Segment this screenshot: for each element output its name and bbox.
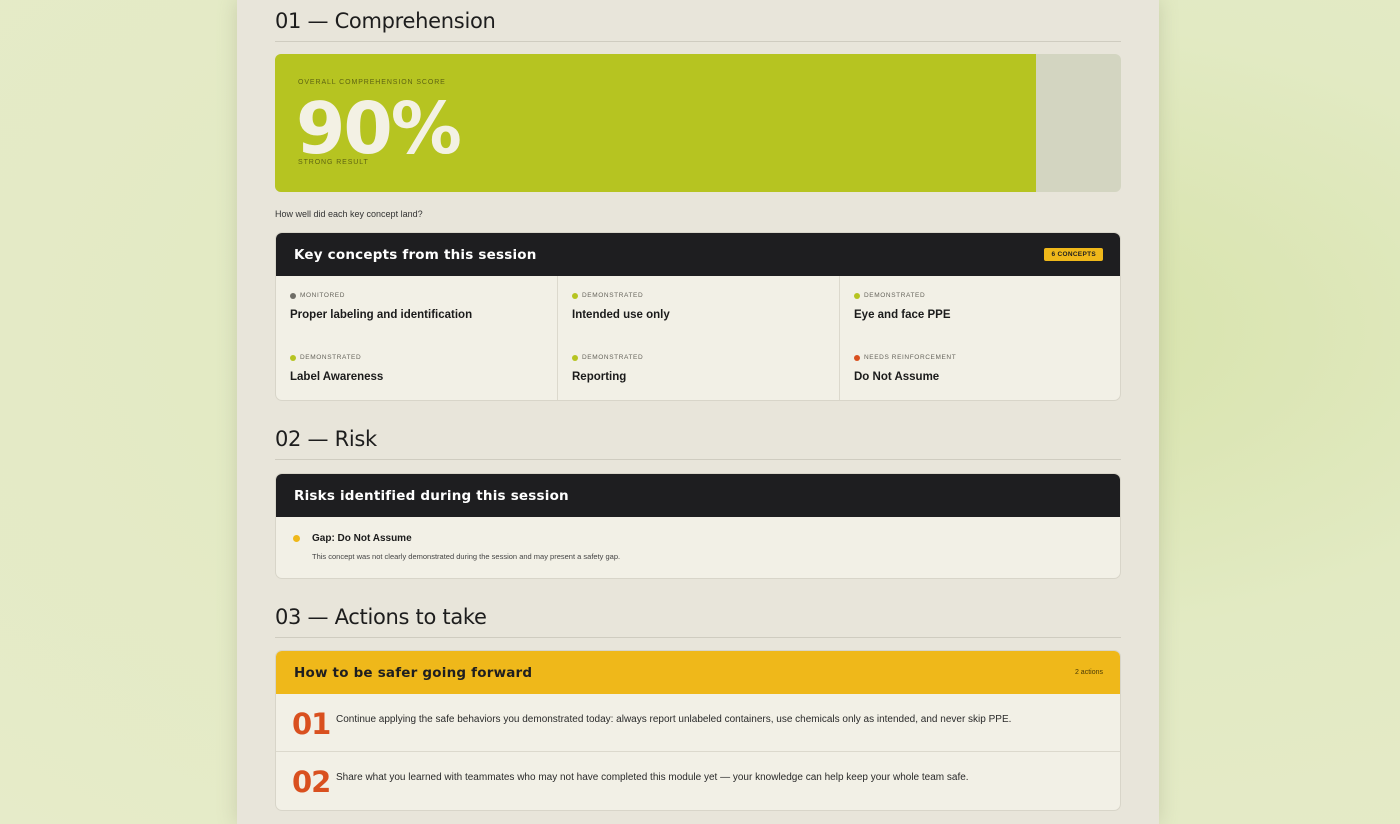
concepts-card-title: Key concepts from this session [294, 247, 537, 263]
risks-card-header: Risks identified during this session [276, 474, 1120, 517]
concept-status-label: Monitored [300, 292, 346, 299]
action-item: 01 Continue applying the safe behaviors … [276, 694, 1120, 752]
concept-cell: Demonstrated Label Awareness [276, 338, 558, 400]
concept-status: Monitored [290, 292, 345, 299]
action-item: 02 Share what you learned with teammates… [276, 752, 1120, 810]
concept-status-label: Demonstrated [300, 354, 362, 361]
report-sheet: 01 — Comprehension Overall comprehension… [237, 0, 1159, 824]
action-number: 01 [292, 707, 331, 741]
actions-card: How to be safer going forward 2 actions … [275, 650, 1121, 811]
score-panel: Overall comprehension score 90% Strong r… [275, 54, 1121, 192]
concept-cell: Monitored Proper labeling and identificat… [276, 276, 558, 338]
actions-card-title: How to be safer going forward [294, 665, 533, 681]
status-dot-icon [854, 354, 860, 361]
concept-status: Demonstrated [572, 292, 643, 299]
status-dot-icon [290, 354, 296, 361]
concept-status: Demonstrated [854, 292, 925, 299]
risk-item-description: This concept was not clearly demonstrate… [312, 552, 621, 561]
concept-cell: Demonstrated Intended use only [558, 276, 840, 338]
actions-count: 2 actions [1074, 669, 1103, 676]
concepts-grid: Monitored Proper labeling and identificat… [276, 276, 1120, 400]
score-result: Strong result [298, 159, 369, 166]
risks-card: Risks identified during this session Gap… [275, 473, 1121, 579]
risk-item: Gap: Do Not Assume This concept was not … [276, 517, 1120, 578]
action-text: Share what you learned with teammates wh… [336, 772, 969, 783]
concept-status-label: Demonstrated [582, 292, 644, 299]
status-dot-icon [572, 292, 578, 299]
concepts-card: Key concepts from this session 6 concept… [275, 232, 1121, 401]
section-title-risk: 02 — Risk [275, 427, 1121, 460]
action-text: Continue applying the safe behaviors you… [336, 714, 1012, 725]
concept-status-label: Demonstrated [582, 354, 644, 361]
concept-status: Demonstrated [572, 354, 643, 361]
section-title-actions: 03 — Actions to take [275, 605, 1121, 638]
concept-name: Proper labeling and identification [290, 309, 473, 321]
concept-cell: Needs reinforcement Do Not Assume [840, 338, 1120, 400]
score-label: Overall comprehension score [298, 79, 446, 86]
concept-status-label: Demonstrated [864, 292, 926, 299]
status-dot-icon [290, 292, 296, 299]
concepts-card-header: Key concepts from this session 6 concept… [276, 233, 1120, 276]
concept-name: Label Awareness [290, 371, 384, 383]
concepts-count-badge: 6 concepts [1044, 248, 1103, 261]
concept-status: Needs reinforcement [854, 354, 956, 361]
status-dot-icon [572, 354, 578, 361]
actions-card-header: How to be safer going forward 2 actions [276, 651, 1120, 694]
concept-name: Eye and face PPE [854, 309, 951, 321]
concept-name: Do Not Assume [854, 371, 940, 383]
status-dot-icon [854, 292, 860, 299]
concept-name: Reporting [572, 371, 627, 383]
risk-item-title: Gap: Do Not Assume [312, 533, 412, 544]
warning-dot-icon [293, 535, 300, 542]
concept-cell: Demonstrated Eye and face PPE [840, 276, 1120, 338]
risks-card-title: Risks identified during this session [294, 488, 569, 504]
concept-status-label: Needs reinforcement [864, 354, 957, 361]
concept-status: Demonstrated [290, 354, 361, 361]
concept-cell: Demonstrated Reporting [558, 338, 840, 400]
concept-name: Intended use only [572, 309, 670, 321]
score-value: 90% [296, 87, 462, 170]
concepts-question: How well did each key concept land? [275, 209, 423, 219]
section-title-comprehension: 01 — Comprehension [275, 9, 1121, 42]
action-number: 02 [292, 765, 331, 799]
